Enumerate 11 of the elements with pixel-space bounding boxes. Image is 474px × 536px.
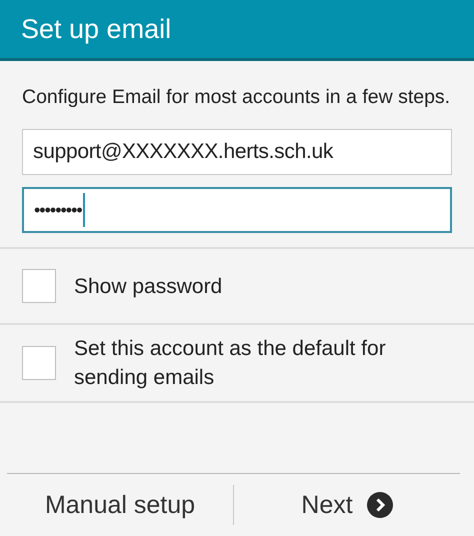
checkbox[interactable] (22, 269, 56, 303)
next-button[interactable]: Next (234, 477, 460, 533)
option-label: Show password (74, 274, 222, 300)
email-field[interactable]: support@XXXXXXX.herts.sch.uk (22, 129, 452, 175)
description-text: Configure Email for most accounts in a few steps. (22, 85, 452, 110)
manual-setup-button[interactable]: Manual setup (7, 477, 233, 533)
password-field[interactable]: ••••••••• (22, 187, 452, 233)
option-label: Set this account as the default for sending emails (74, 336, 387, 391)
checkbox[interactable] (22, 346, 56, 380)
screen-title: Set up email (21, 14, 172, 44)
chevron-right-icon (366, 492, 393, 518)
